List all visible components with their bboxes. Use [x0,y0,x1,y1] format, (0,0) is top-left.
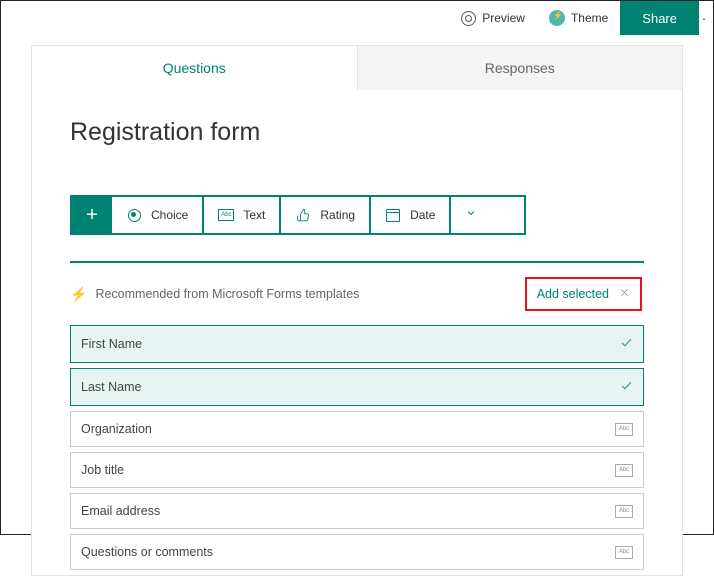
theme-label: Theme [571,11,608,25]
suggestion-item[interactable]: Last Name [70,368,644,406]
text-type-icon: Abc [615,423,633,436]
rating-label: Rating [320,208,355,222]
preview-icon [461,11,476,26]
suggestion-item[interactable]: Email address Abc [70,493,644,529]
thumb-icon [295,208,311,222]
suggestion-label: Email address [81,504,160,518]
more-menu[interactable]: · [699,10,709,26]
choice-type-button[interactable]: Choice [112,197,204,233]
recommended-actions: Add selected [525,277,642,311]
form-body: Registration form + Choice Abc Text Rati… [31,90,683,576]
date-type-button[interactable]: Date [371,197,451,233]
text-type-icon: Abc [615,546,633,559]
text-type-icon: Abc [615,505,633,518]
choice-label: Choice [151,208,188,222]
suggestion-label: Last Name [81,380,141,394]
text-icon: Abc [218,208,234,222]
suggestion-list: First NameLast NameOrganizationAbcJob ti… [70,325,644,575]
suggestion-label: Job title [81,463,124,477]
suggestion-label: Organization [81,422,152,436]
share-button[interactable]: Share [620,1,699,35]
add-question-button[interactable]: + [72,197,112,233]
theme-button[interactable]: Theme [537,1,620,35]
tab-bar: Questions Responses [31,45,683,90]
bolt-icon: ⚡ [70,286,87,303]
form-canvas: Questions Responses Registration form + … [1,35,713,576]
suggestion-item[interactable]: First Name [70,325,644,363]
suggestion-item[interactable]: Job title Abc [70,452,644,488]
chevron-down-icon [465,206,477,224]
suggestion-label: First Name [81,337,142,351]
close-recommended-button[interactable] [619,285,630,303]
suggestion-item[interactable]: Organization Abc [70,411,644,447]
suggestion-label: Questions or comments [81,545,213,559]
date-label: Date [410,208,435,222]
suggestion-item[interactable]: Questions or comments Abc [70,534,644,570]
more-types-button[interactable] [451,197,491,233]
text-type-icon: Abc [615,464,633,477]
rating-type-button[interactable]: Rating [281,197,371,233]
form-title[interactable]: Registration form [70,118,644,147]
tab-questions[interactable]: Questions [31,45,358,90]
radio-icon [126,208,142,222]
plus-icon: + [86,204,98,227]
recommended-panel: ⚡ Recommended from Microsoft Forms templ… [70,261,644,575]
preview-label: Preview [482,11,525,25]
recommended-title: ⚡ Recommended from Microsoft Forms templ… [70,286,359,303]
check-icon [620,379,633,395]
text-type-button[interactable]: Abc Text [204,197,281,233]
calendar-icon [385,208,401,222]
recommended-label: Recommended from Microsoft Forms templat… [95,287,359,301]
recommended-header: ⚡ Recommended from Microsoft Forms templ… [70,263,644,325]
preview-button[interactable]: Preview [449,1,537,35]
top-toolbar: Preview Theme Share · [1,1,713,35]
share-label: Share [642,11,677,26]
check-icon [620,336,633,352]
question-type-toolbar: + Choice Abc Text Rating Date [70,195,526,235]
tab-responses[interactable]: Responses [358,45,684,90]
text-label: Text [243,208,265,222]
add-selected-button[interactable]: Add selected [537,287,609,301]
theme-icon [549,10,565,26]
